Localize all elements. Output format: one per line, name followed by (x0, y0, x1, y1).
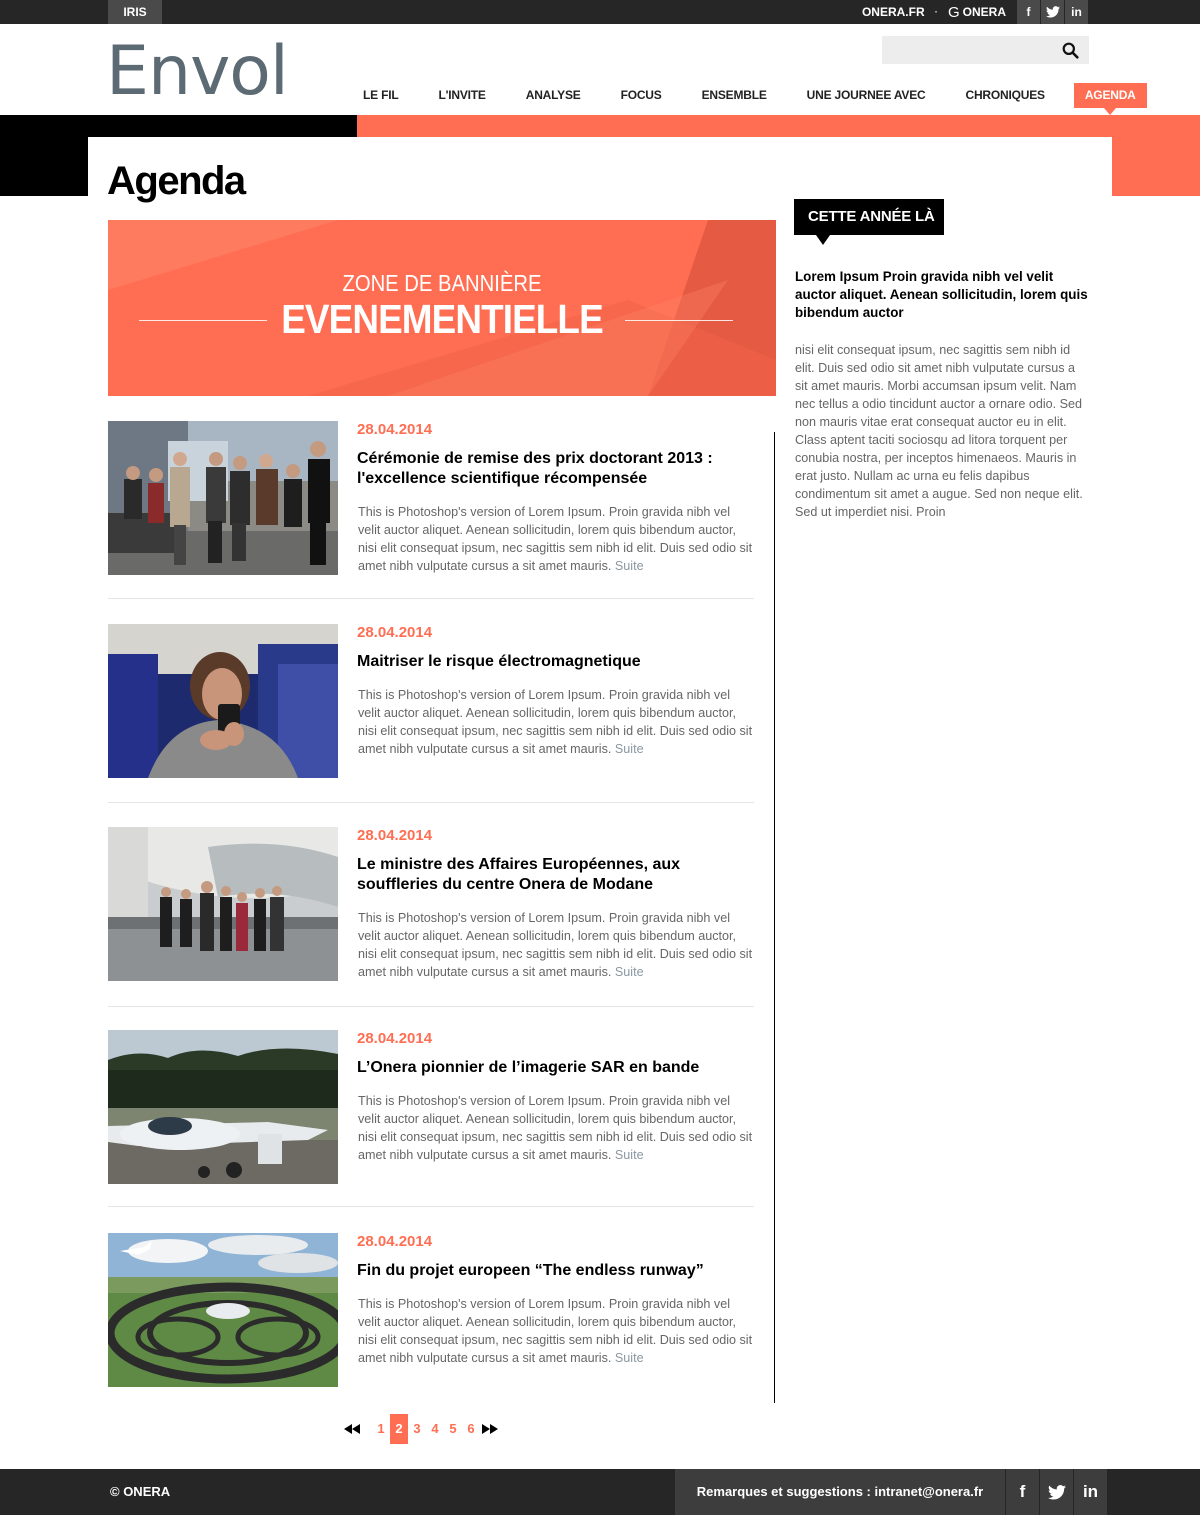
read-more-link[interactable]: Suite (615, 965, 644, 979)
nav-le-fil[interactable]: LE FIL (352, 83, 409, 108)
article-excerpt-text: This is Photoshop's version of Lorem Ips… (358, 911, 753, 979)
sidebar-body: nisi elit consequat ipsum, nec sagittis … (795, 343, 1083, 519)
onera-link[interactable]: ONERA (963, 5, 1006, 19)
sidebar-lead: Lorem Ipsum Proin gravida nibh vel velit… (795, 269, 1088, 320)
article-item: 28.04.2014 Maitriser le risque électroma… (108, 624, 754, 804)
article-excerpt-text: This is Photoshop's version of Lorem Ips… (358, 1297, 753, 1365)
article-excerpt: This is Photoshop's version of Lorem Ips… (358, 1295, 754, 1367)
top-links: ONERA.FR · G ONERA f in (862, 0, 1088, 24)
article-title[interactable]: Le ministre des Affaires Européennes, au… (357, 855, 737, 895)
read-more-link[interactable]: Suite (615, 559, 644, 573)
nav-une-journee-avec[interactable]: UNE JOURNEE AVEC (796, 83, 937, 108)
onera-fr-link[interactable]: ONERA.FR (862, 5, 925, 19)
article-excerpt-text: This is Photoshop's version of Lorem Ips… (358, 505, 753, 573)
circular-runway-render[interactable] (108, 1233, 338, 1387)
article-title[interactable]: L’Onera pionnier de l’imagerie SAR en ba… (357, 1058, 737, 1078)
banner-title-line1: ZONE DE BANNIÈRE (342, 270, 542, 296)
article-item: 28.04.2014 Le ministre des Affaires Euro… (108, 827, 754, 1007)
page-1[interactable]: 1 (372, 1414, 390, 1444)
column-divider (774, 432, 775, 1403)
main-nav: LE FIL L'INVITE ANALYSE FOCUS ENSEMBLE U… (352, 83, 1147, 115)
first-page-icon[interactable] (342, 1414, 362, 1444)
pagination: 1 2 3 4 5 6 (342, 1414, 500, 1444)
page-title: Agenda (107, 159, 246, 203)
article-item: 28.04.2014 Cérémonie de remise des prix … (108, 421, 754, 601)
wind-tunnel-visit-photo[interactable] (108, 827, 338, 981)
linkedin-icon[interactable]: in (1073, 1469, 1107, 1515)
article-separator (108, 1006, 754, 1007)
article-date: 28.04.2014 (357, 1030, 433, 1047)
article-excerpt: This is Photoshop's version of Lorem Ips… (358, 503, 754, 575)
read-more-link[interactable]: Suite (615, 1351, 644, 1365)
sidebar-heading: CETTE ANNÉE LÀ (794, 199, 944, 245)
page-6[interactable]: 6 (462, 1414, 480, 1444)
article-separator (108, 802, 754, 803)
article-date: 28.04.2014 (357, 1233, 433, 1250)
article-title[interactable]: Cérémonie de remise des prix doctorant 2… (357, 449, 737, 489)
twitter-icon[interactable] (1039, 1469, 1073, 1515)
onera-g-icon: G (947, 3, 960, 21)
article-excerpt-text: This is Photoshop's version of Lorem Ips… (358, 1094, 753, 1162)
banner-rule-right (625, 320, 733, 321)
article-date: 28.04.2014 (357, 624, 433, 641)
banner-rule-left (139, 320, 267, 321)
iris-tab[interactable]: IRIS (108, 0, 162, 24)
facebook-icon[interactable]: f (1005, 1469, 1039, 1515)
article-excerpt: This is Photoshop's version of Lorem Ips… (358, 909, 754, 981)
last-page-icon[interactable] (480, 1414, 500, 1444)
article-date: 28.04.2014 (357, 421, 433, 438)
page-5[interactable]: 5 (444, 1414, 462, 1444)
page-4[interactable]: 4 (426, 1414, 444, 1444)
linkedin-icon[interactable]: in (1064, 0, 1088, 24)
article-item: 28.04.2014 L’Onera pionnier de l’imageri… (108, 1030, 754, 1210)
article-date: 28.04.2014 (357, 827, 433, 844)
nav-chroniques[interactable]: CHRONIQUES (955, 83, 1056, 108)
twitter-icon[interactable] (1040, 0, 1064, 24)
article-excerpt: This is Photoshop's version of Lorem Ips… (358, 686, 754, 758)
article-excerpt: This is Photoshop's version of Lorem Ips… (358, 1092, 754, 1164)
contact-link[interactable]: Remarques et suggestions : intranet@oner… (675, 1469, 1005, 1515)
glider-plane-photo[interactable] (108, 1030, 338, 1184)
article-title[interactable]: Fin du projet europeen “The endless runw… (357, 1261, 737, 1281)
award-ceremony-photo[interactable] (108, 421, 338, 575)
article-item: 28.04.2014 Fin du projet europeen “The e… (108, 1233, 754, 1393)
top-social: f in (1016, 0, 1088, 24)
page-3[interactable]: 3 (408, 1414, 426, 1444)
top-bar: IRIS ONERA.FR · G ONERA f in (0, 0, 1200, 24)
footer: © ONERA Remarques et suggestions : intra… (0, 1469, 1200, 1515)
article-separator (108, 1206, 754, 1207)
copyright: © ONERA (110, 1484, 171, 1499)
search-input[interactable] (882, 36, 1052, 64)
article-separator (108, 598, 754, 599)
nav-l-invite[interactable]: L'INVITE (427, 83, 496, 108)
envol-logo[interactable]: Envol (106, 32, 289, 112)
separator-dot: · (934, 6, 938, 18)
search-box (882, 36, 1089, 64)
nav-focus[interactable]: FOCUS (610, 83, 673, 108)
search-icon[interactable] (1062, 42, 1079, 59)
read-more-link[interactable]: Suite (615, 1148, 644, 1162)
facebook-icon[interactable]: f (1016, 0, 1040, 24)
woman-phone-airplane-photo[interactable] (108, 624, 338, 778)
read-more-link[interactable]: Suite (615, 742, 644, 756)
page-2-current[interactable]: 2 (390, 1414, 408, 1444)
article-title[interactable]: Maitriser le risque électromagnetique (357, 652, 737, 672)
article-excerpt-text: This is Photoshop's version of Lorem Ips… (358, 688, 753, 756)
nav-agenda[interactable]: AGENDA (1073, 83, 1147, 115)
footer-social: f in (1005, 1469, 1107, 1515)
nav-ensemble[interactable]: ENSEMBLE (691, 83, 778, 108)
nav-analyse[interactable]: ANALYSE (515, 83, 592, 108)
